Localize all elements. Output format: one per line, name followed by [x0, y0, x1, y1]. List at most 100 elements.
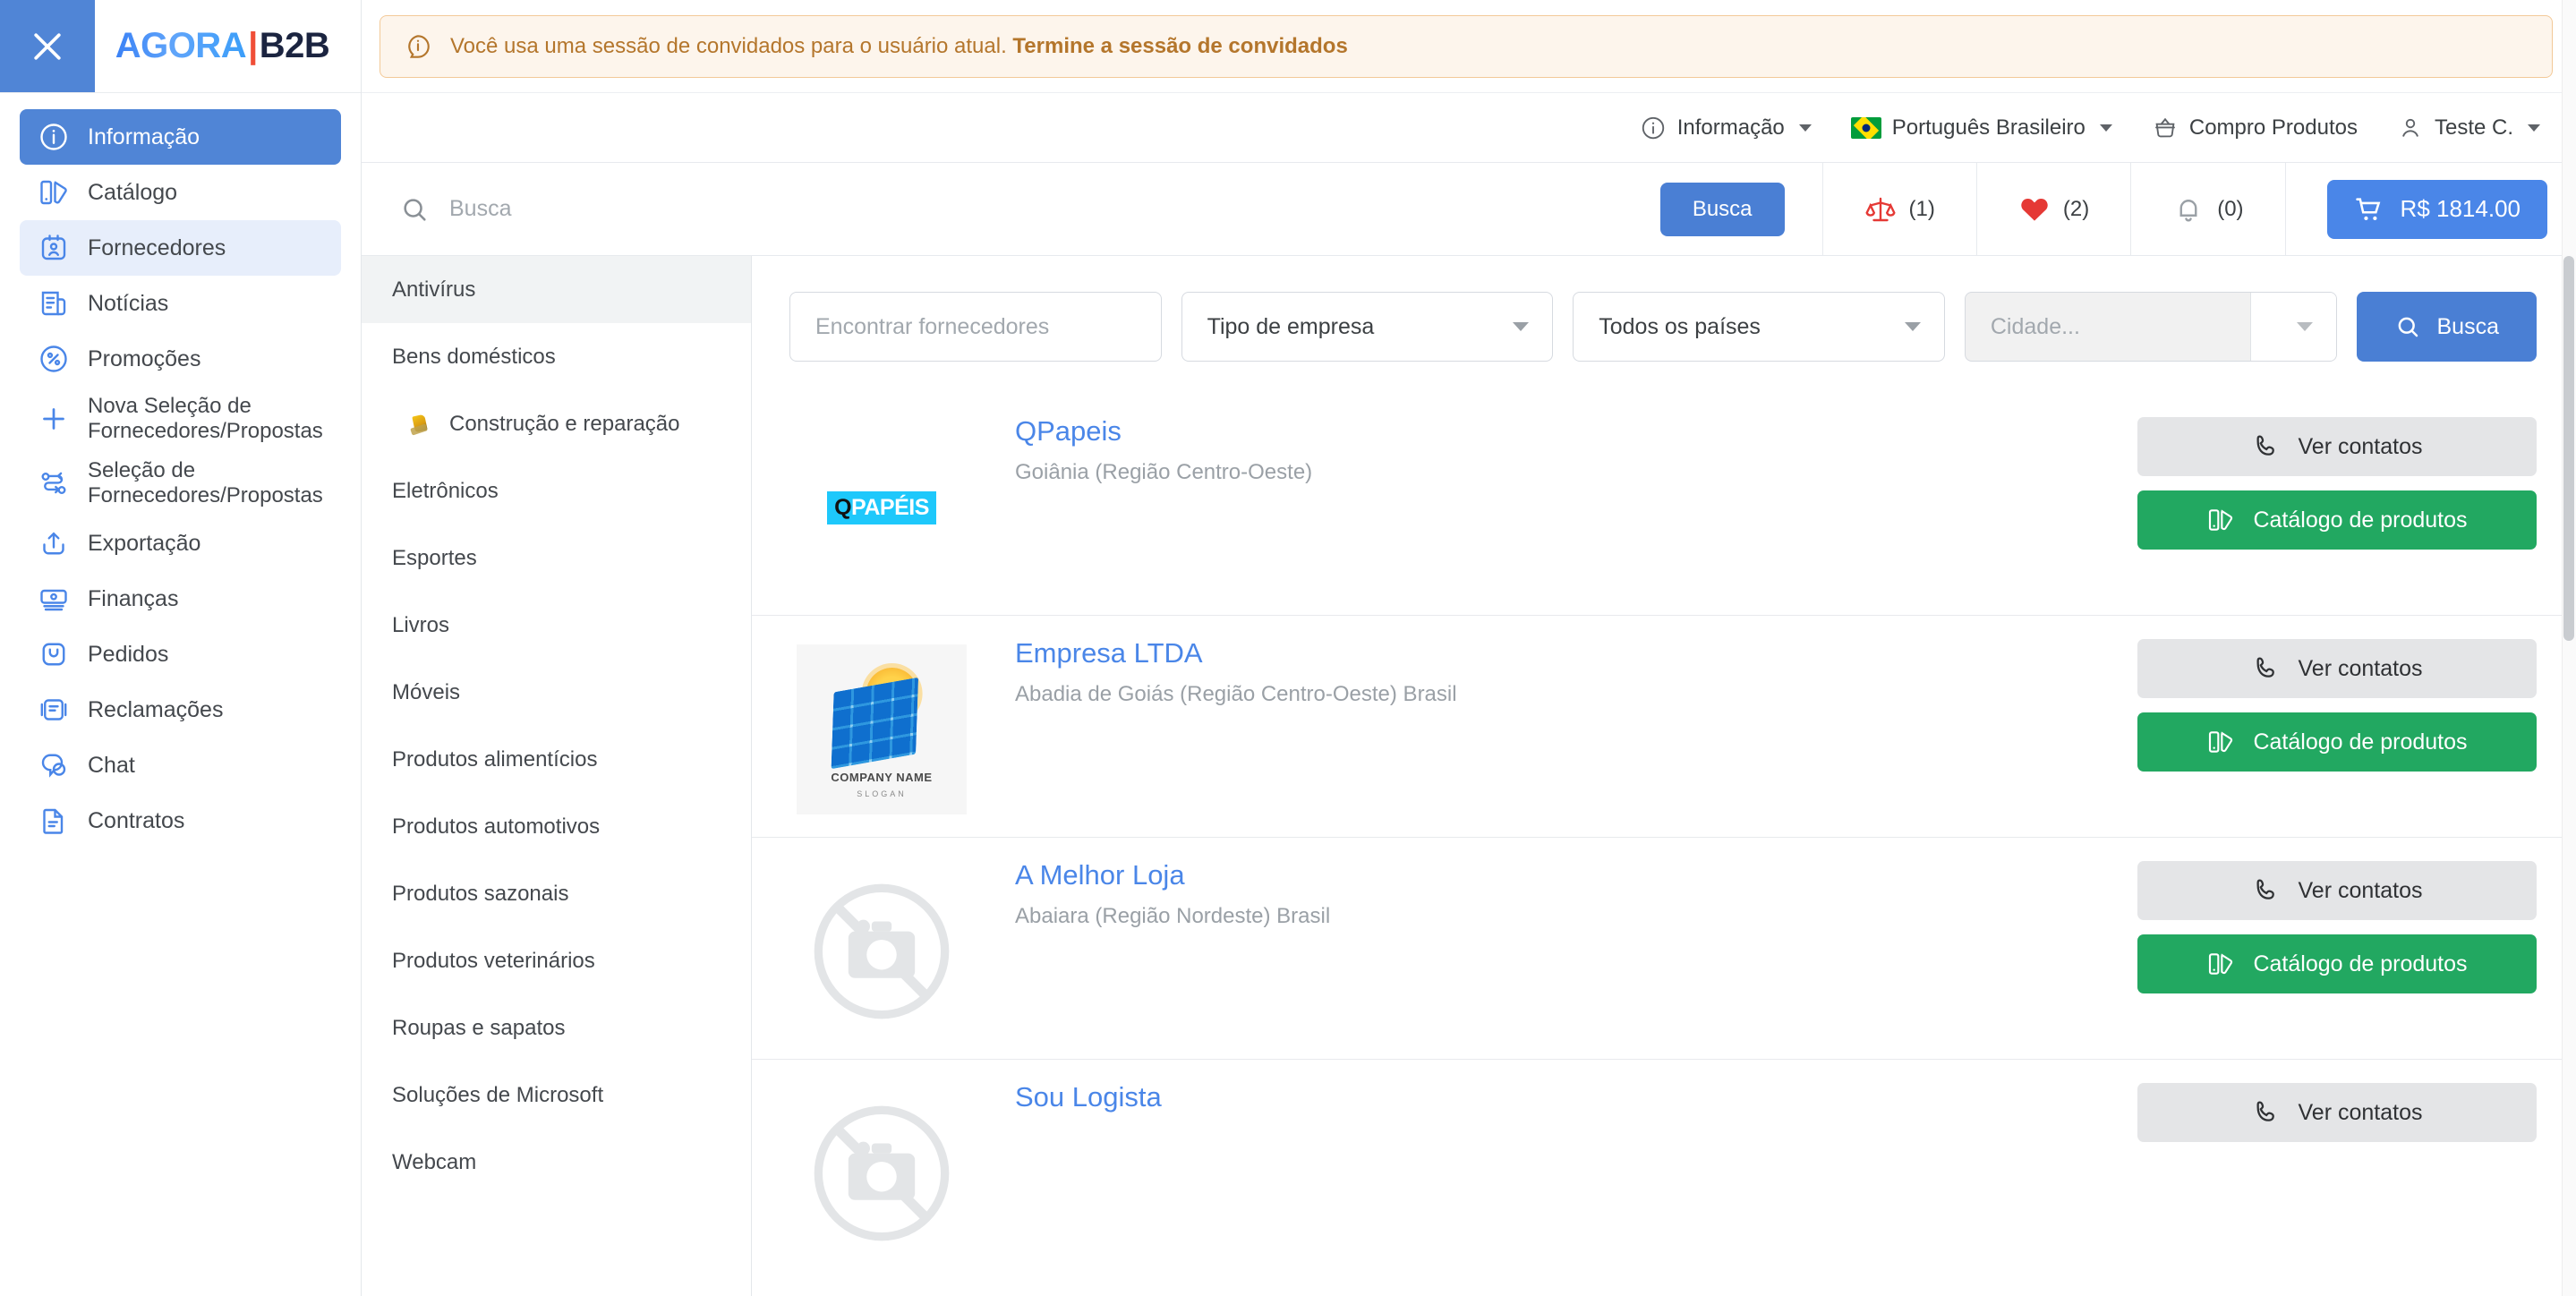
category-label: Móveis [392, 679, 461, 704]
view-contacts-button[interactable]: Ver contatos [2137, 417, 2537, 476]
utility-buy-products[interactable]: Compro Produtos [2152, 115, 2358, 141]
sidebar-item-label: Seleção de Fornecedores/Propostas [88, 458, 323, 507]
category-label: Produtos alimentícios [392, 746, 598, 772]
scrollbar-thumb[interactable] [2563, 256, 2574, 641]
supplier-actions: Ver contatos Catálogo de produtos [2137, 394, 2537, 550]
sidebar-item-pedidos[interactable]: Pedidos [20, 627, 341, 682]
percent-icon [20, 343, 88, 375]
brand-logo[interactable]: AGORA | B2B [95, 0, 361, 92]
category-item-produtos-sazonais[interactable]: Produtos sazonais [362, 860, 751, 927]
utility-buy-products-label: Compro Produtos [2188, 115, 2358, 140]
category-item-moveis[interactable]: Móveis [362, 659, 751, 726]
category-item-produtos-automotivos[interactable]: Produtos automotivos [362, 793, 751, 860]
city-select[interactable]: Cidade... [1964, 292, 2337, 362]
supplier-info: Empresa LTDA Abadia de Goiás (Região Cen… [974, 616, 2137, 707]
supplier-name-link[interactable]: Empresa LTDA [1015, 637, 1203, 669]
supplier-info: Sou Logista [974, 1060, 2137, 1126]
sidebar-item-selecao[interactable]: Seleção de Fornecedores/Propostas [20, 451, 341, 516]
supplier-name-link[interactable]: QPapeis [1015, 415, 1122, 448]
utility-account[interactable]: Teste C. [2397, 115, 2540, 141]
supplier-name-link[interactable]: Sou Logista [1015, 1081, 1162, 1113]
category-item-esportes[interactable]: Esportes [362, 524, 751, 592]
notifications-count: (0) [2217, 196, 2244, 221]
sidebar-item-financas[interactable]: Finanças [20, 571, 341, 627]
close-button[interactable] [0, 0, 95, 92]
phone-icon [2256, 879, 2274, 900]
global-search-wrap [362, 163, 1660, 255]
utility-language[interactable]: Português Brasileiro [1850, 115, 2112, 141]
sidebar-item-reclamacoes[interactable]: Reclamações [20, 682, 341, 738]
product-catalog-label: Catálogo de produtos [2253, 507, 2468, 533]
country-value: Todos os países [1599, 313, 1761, 339]
product-catalog-button[interactable]: Catálogo de produtos [2137, 490, 2537, 550]
category-label: Webcam [392, 1149, 477, 1174]
chevron-down-icon [2528, 124, 2540, 132]
complaint-icon [20, 694, 88, 726]
brand-divider: | [248, 26, 258, 65]
category-item-eletronicos[interactable]: Eletrônicos [362, 457, 751, 524]
cart-total: R$ 1814.00 [2400, 195, 2521, 222]
compare-counter[interactable]: (1) [1821, 163, 1976, 255]
category-label: Roupas e sapatos [392, 1015, 566, 1040]
header-counters: (1) (2) (0) R$ 1814.00 [1821, 163, 2576, 255]
view-contacts-button[interactable]: Ver contatos [2137, 1083, 2537, 1142]
category-label: Esportes [392, 545, 477, 570]
category-item-bens-domesticos[interactable]: Bens domésticos [362, 323, 751, 390]
sidebar-item-contratos[interactable]: Contratos [20, 793, 341, 848]
bag-icon [20, 638, 88, 670]
sidebar-item-label: Promoções [88, 345, 201, 371]
page-scrollbar[interactable] [2562, 0, 2576, 1296]
category-item-produtos-veterinarios[interactable]: Produtos veterinários [362, 927, 751, 994]
utility-nav: Informação Português Brasileiro Compro P… [362, 93, 2576, 163]
category-item-soluces-microsoft[interactable]: Soluções de Microsoft [362, 1062, 751, 1129]
category-item-webcam[interactable]: Webcam [362, 1129, 751, 1196]
sidebar-item-promocoes[interactable]: Promoções [20, 331, 341, 387]
supplier-info: QPapeis Goiânia (Região Centro-Oeste) [974, 394, 2137, 485]
company-type-select[interactable]: Tipo de empresa [1181, 292, 1554, 362]
sidebar-item-catalogo[interactable]: Catálogo [20, 165, 341, 220]
money-icon [20, 583, 88, 615]
product-catalog-label: Catálogo de produtos [2253, 951, 2468, 976]
search-input[interactable] [449, 196, 1660, 222]
utility-language-label: Português Brasileiro [1891, 115, 2086, 140]
category-item-construcao-reparacao[interactable]: Construção e reparação [362, 390, 751, 457]
phone-icon [2256, 657, 2274, 678]
notifications-counter[interactable]: (0) [2130, 163, 2284, 255]
supplier-row: A Melhor Loja Abaiara (Região Nordeste) … [752, 838, 2576, 1060]
cart-button[interactable]: R$ 1814.00 [2326, 179, 2547, 239]
category-item-roupas-sapatos[interactable]: Roupas e sapatos [362, 994, 751, 1062]
view-contacts-button[interactable]: Ver contatos [2137, 639, 2537, 698]
product-catalog-button[interactable]: Catálogo de produtos [2137, 934, 2537, 993]
product-catalog-label: Catálogo de produtos [2253, 729, 2468, 755]
view-contacts-button[interactable]: Ver contatos [2137, 861, 2537, 920]
supplier-name-link[interactable]: A Melhor Loja [1015, 859, 1185, 891]
main-area: Você usa uma sessão de convidados para o… [362, 0, 2576, 1296]
sidebar-item-fornecedores[interactable]: Fornecedores [20, 220, 341, 276]
utility-info[interactable]: Informação [1640, 115, 1812, 141]
search-row: Busca (1) (2) (0) R$ 1814.00 [362, 163, 2576, 256]
country-select[interactable]: Todos os países [1573, 292, 1945, 362]
sidebar-item-exportacao[interactable]: Exportação [20, 516, 341, 571]
sidebar-item-noticias[interactable]: Notícias [20, 276, 341, 331]
supplier-actions: Ver contatos Catálogo de produtos [2137, 838, 2537, 993]
search-submit-button[interactable]: Busca [1659, 182, 1785, 236]
find-suppliers-input[interactable]: Encontrar fornecedores [789, 292, 1162, 362]
category-label: Produtos veterinários [392, 948, 595, 973]
filter-search-button[interactable]: Busca [2356, 292, 2537, 362]
product-catalog-button[interactable]: Catálogo de produtos [2137, 712, 2537, 772]
supplier-row: Sou Logista Ver contatos [752, 1060, 2576, 1282]
category-item-produtos-alimenticios[interactable]: Produtos alimentícios [362, 726, 751, 793]
chat-icon [20, 749, 88, 781]
category-item-livros[interactable]: Livros [362, 592, 751, 659]
category-label: Antivírus [392, 277, 476, 302]
catalog-icon [20, 176, 88, 209]
scales-icon [1864, 197, 1896, 221]
sidebar-item-chat[interactable]: Chat [20, 738, 341, 793]
sidebar-item-nova-selecao[interactable]: Nova Seleção de Fornecedores/Propostas [20, 387, 341, 451]
banner-link[interactable]: Termine a sessão de convidados [1012, 34, 1347, 58]
favorites-counter[interactable]: (2) [1975, 163, 2130, 255]
category-item-antivirus[interactable]: Antivírus [362, 256, 751, 323]
chevron-down-icon [1798, 124, 1812, 132]
cart-icon [2355, 197, 2380, 220]
sidebar-item-informacao[interactable]: Informação [20, 109, 341, 165]
